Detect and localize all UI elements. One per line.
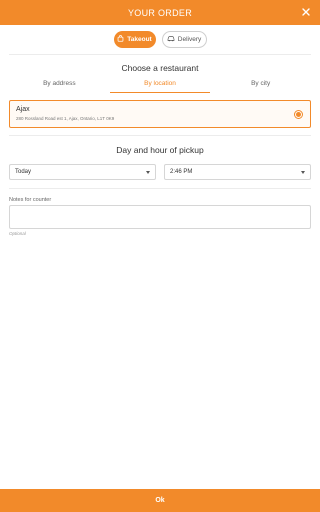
notes-optional-hint: Optional <box>9 231 26 236</box>
restaurant-option-ajax[interactable]: Ajax 280 Rossland Road est 1, Ajax, Onta… <box>9 100 311 128</box>
notes-label: Notes for counter <box>9 197 52 203</box>
delivery-button[interactable]: Delivery <box>161 31 207 48</box>
takeout-button[interactable]: Takeout <box>113 31 156 48</box>
restaurant-search-tabs: By address By location By city <box>9 77 311 93</box>
pickup-day-select[interactable]: Today <box>9 164 156 180</box>
restaurant-name: Ajax <box>16 106 30 113</box>
ok-button[interactable]: Ok <box>0 489 320 512</box>
divider <box>9 135 311 136</box>
close-icon[interactable] <box>300 6 312 18</box>
pickup-time-value: 2:46 PM <box>170 169 193 175</box>
order-mode-toggle: Takeout Delivery <box>0 31 320 48</box>
chevron-down-icon <box>146 171 150 174</box>
car-icon <box>167 35 175 44</box>
pickup-day-value: Today <box>15 169 32 175</box>
tab-by-address[interactable]: By address <box>9 77 110 93</box>
ok-label: Ok <box>155 497 165 504</box>
page-title: YOUR ORDER <box>127 7 192 18</box>
radio-selected-dot <box>296 112 301 117</box>
choose-restaurant-title: Choose a restaurant <box>121 63 199 73</box>
restaurant-address: 280 Rossland Road est 1, Ajax, Ontario, … <box>16 116 115 121</box>
pickup-time-select[interactable]: 2:46 PM <box>164 164 311 180</box>
divider <box>9 54 311 55</box>
takeout-label: Takeout <box>127 36 152 43</box>
header-bar: YOUR ORDER <box>0 0 320 25</box>
pickup-title: Day and hour of pickup <box>116 145 204 155</box>
divider <box>9 188 311 189</box>
tab-by-location[interactable]: By location <box>109 77 211 93</box>
delivery-label: Delivery <box>177 36 202 43</box>
notes-input[interactable] <box>9 205 311 229</box>
restaurant-radio[interactable] <box>294 110 303 119</box>
tab-by-city[interactable]: By city <box>210 77 311 93</box>
chevron-down-icon <box>301 171 305 174</box>
bag-icon <box>117 34 124 44</box>
